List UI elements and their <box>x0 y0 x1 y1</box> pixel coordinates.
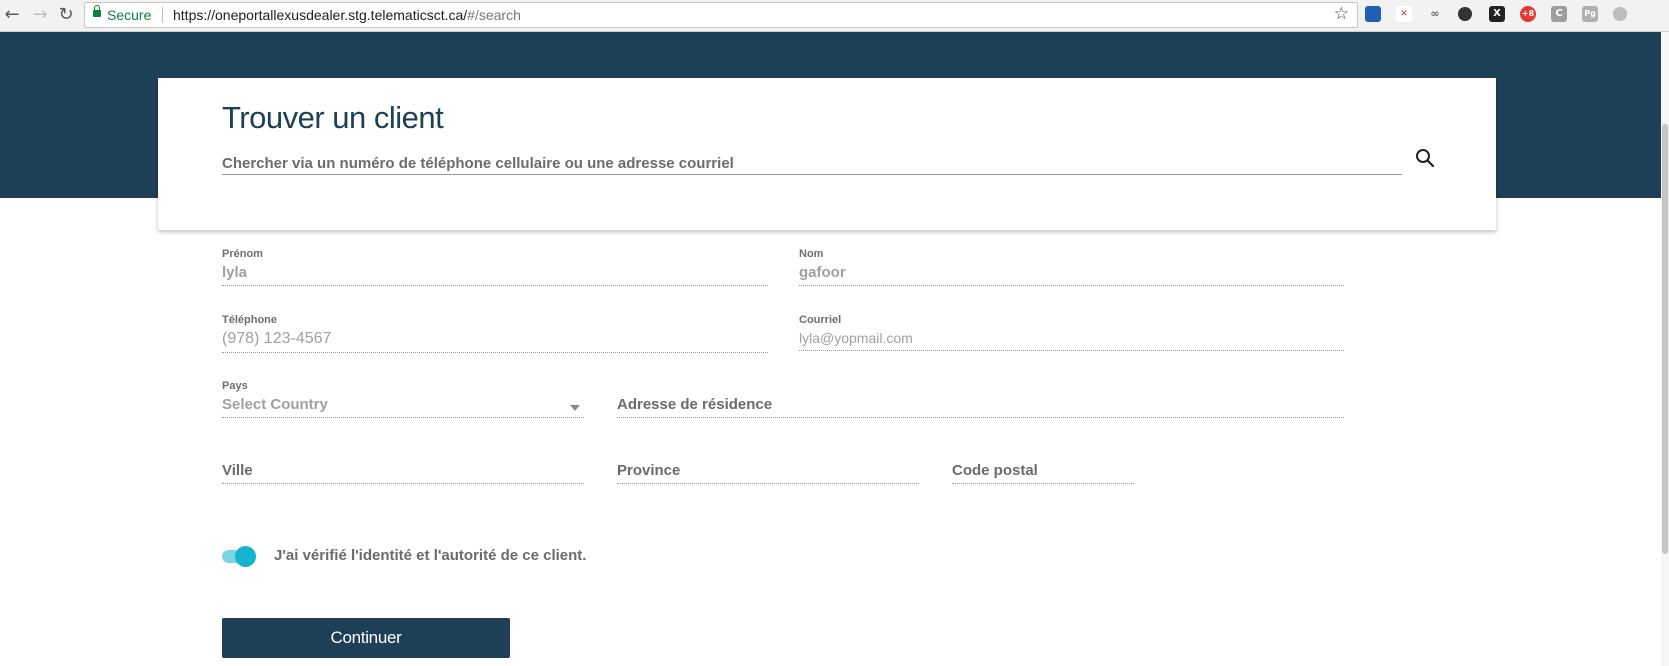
extension-gray-glasses-icon[interactable]: ∞ <box>1427 6 1443 22</box>
extension-circle-icon[interactable] <box>1613 7 1627 21</box>
scrollbar-thumb[interactable] <box>1662 124 1668 554</box>
first-name-input[interactable] <box>222 264 768 286</box>
email-input[interactable] <box>799 330 1344 351</box>
postal-code-input[interactable] <box>952 462 1134 484</box>
province-input[interactable] <box>617 462 919 484</box>
secure-label: Secure <box>107 7 152 23</box>
scrollbar[interactable] <box>1661 32 1669 666</box>
omnibox-divider <box>162 7 163 23</box>
chevron-down-icon[interactable] <box>570 405 580 411</box>
bookmark-star-icon[interactable]: ☆ <box>1334 4 1349 24</box>
extension-dark-circle-icon[interactable] <box>1458 7 1472 21</box>
url-path: #/search <box>467 7 521 23</box>
extension-red-sketch-icon[interactable]: ✕ <box>1396 6 1412 22</box>
address-bar[interactable]: Secure https://oneportallexusdealer.stg.… <box>84 2 1358 28</box>
country-label: Pays <box>222 380 248 392</box>
city-input[interactable] <box>222 462 584 484</box>
extension-blue-icon[interactable] <box>1365 6 1381 22</box>
phone-input[interactable] <box>222 330 768 353</box>
forward-icon[interactable]: → <box>30 5 50 25</box>
page-title: Trouver un client <box>222 100 444 135</box>
phone-label: Téléphone <box>222 314 278 326</box>
last-name-input[interactable] <box>799 264 1344 286</box>
browser-toolbar: ← → ↻ Secure https://oneportallexusdeale… <box>0 0 1669 32</box>
extension-pg-icon[interactable]: Pg <box>1582 6 1598 22</box>
first-name-label: Prénom <box>222 248 263 260</box>
country-select[interactable] <box>222 396 584 418</box>
search-card: Trouver un client <box>158 78 1496 230</box>
extension-c-icon[interactable]: C <box>1551 6 1567 22</box>
back-icon[interactable]: ← <box>2 5 22 25</box>
extension-red-badge-icon[interactable]: +8 <box>1520 6 1536 22</box>
email-label: Courriel <box>799 314 842 326</box>
search-icon[interactable] <box>1413 146 1437 170</box>
reload-icon[interactable]: ↻ <box>56 5 76 25</box>
url-host: https://oneportallexusdealer.stg.telemat… <box>173 7 468 23</box>
extension-x-icon[interactable]: X <box>1489 6 1505 22</box>
address-input[interactable] <box>617 396 1344 418</box>
last-name-label: Nom <box>799 248 824 260</box>
url-text[interactable]: https://oneportallexusdealer.stg.telemat… <box>173 7 521 23</box>
verification-label: J'ai vérifié l'identité et l'autorité de… <box>274 547 587 564</box>
search-input[interactable] <box>222 152 1402 175</box>
verification-toggle-knob[interactable] <box>235 546 256 567</box>
lock-icon <box>93 5 101 17</box>
continue-button[interactable]: Continuer <box>222 618 510 658</box>
